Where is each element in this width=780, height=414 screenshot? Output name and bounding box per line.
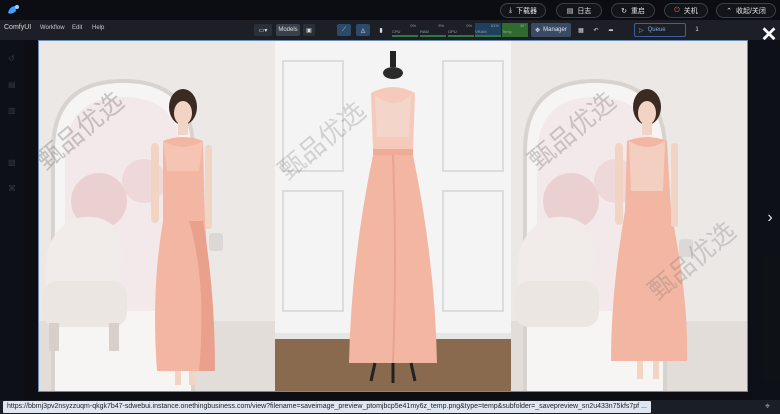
preview-image: 甄品优选 甄品优选 甄品优选 甄品优选 [38,40,748,392]
ram-gauge: 9% RAM [420,23,446,37]
menu-help[interactable]: Help [92,25,104,31]
center-mannequin-photo [275,41,511,391]
share-button[interactable]: ➦ [605,24,617,36]
cpu-gauge: 0% CPU [392,23,418,37]
tool-button-1[interactable]: ⟋ [337,24,351,36]
manager-button[interactable]: ✥ Manager [531,23,571,37]
menu-edit[interactable]: Edit [72,25,82,31]
temp-gauge: 36° Temp [502,23,528,37]
models-button[interactable]: Models [276,24,300,36]
folder-dropdown[interactable]: ▭▾ [254,24,272,36]
shutdown-button[interactable]: ⏻ 关机 [664,3,708,18]
save-icon: ▣ [306,27,312,34]
power-icon: ⏻ [674,6,680,14]
gpu-gauge: 0% GPU [448,23,474,37]
close-icon[interactable]: ✕ [760,25,778,45]
left-model-photo [39,41,275,391]
play-icon: ▷ [639,27,644,34]
undo-button[interactable]: ↶ [590,24,602,36]
top-bar: ⤓ 下载器 ▤ 日志 ↻ 重启 ⏻ 关机 ⌃ 收起/关闭 [0,0,780,20]
chevron-right-icon[interactable]: › [763,208,777,228]
queue-button[interactable]: ▷ Queue [634,23,686,37]
vram-gauge: 61% VRAM [475,23,501,37]
clipboard-button[interactable]: ▦ [575,24,587,36]
log-icon: ▤ [566,7,574,15]
menu-bar: ComfyUI Workflow Edit Help ▭▾ Models ▣ ⟋… [0,20,780,40]
ram-bar [420,35,446,37]
collapse-button[interactable]: ⌃ 收起/关闭 [716,3,776,18]
log-button[interactable]: ▤ 日志 [556,3,602,18]
wand-icon: ⟋ [341,26,347,33]
brand-label: ComfyUI [4,24,32,31]
cpu-bar [392,35,418,37]
folder-icon: ▭▾ [258,27,268,34]
bookmark-icon: ▮ [379,27,383,34]
save-icon-button[interactable]: ▣ [303,24,315,36]
puzzle-icon: ✥ [535,27,541,34]
app-window: { "topbar": { "download_label": "下载器", "… [0,0,780,414]
download-button[interactable]: ⤓ 下载器 [500,3,546,18]
restart-icon: ↻ [621,7,627,15]
pin-icon[interactable]: ⌖ [765,401,770,412]
tool-button-2[interactable]: ◬ [356,24,370,36]
share-icon: ➦ [608,27,614,34]
bookmark-button[interactable]: ▮ [375,24,387,36]
clipboard-icon: ▦ [578,27,584,34]
queue-count[interactable]: 1 [690,23,704,37]
vram-bar [475,35,501,37]
restart-button[interactable]: ↻ 重启 [611,3,655,18]
status-bar: https://bbmj3pv2nsyzzuqm-qkgk7b47-sdwebu… [0,400,780,414]
undo-icon: ↶ [593,27,599,34]
menu-workflow[interactable]: Workflow [40,25,65,31]
download-icon: ⤓ [508,6,513,14]
app-logo-icon [8,5,19,14]
link-url-preview: https://bbmj3pv2nsyzzuqm-qkgk7b47-sdwebu… [3,401,651,413]
node-icon: ◬ [360,27,366,34]
gpu-bar [448,35,474,37]
chevron-up-icon: ⌃ [726,7,732,15]
